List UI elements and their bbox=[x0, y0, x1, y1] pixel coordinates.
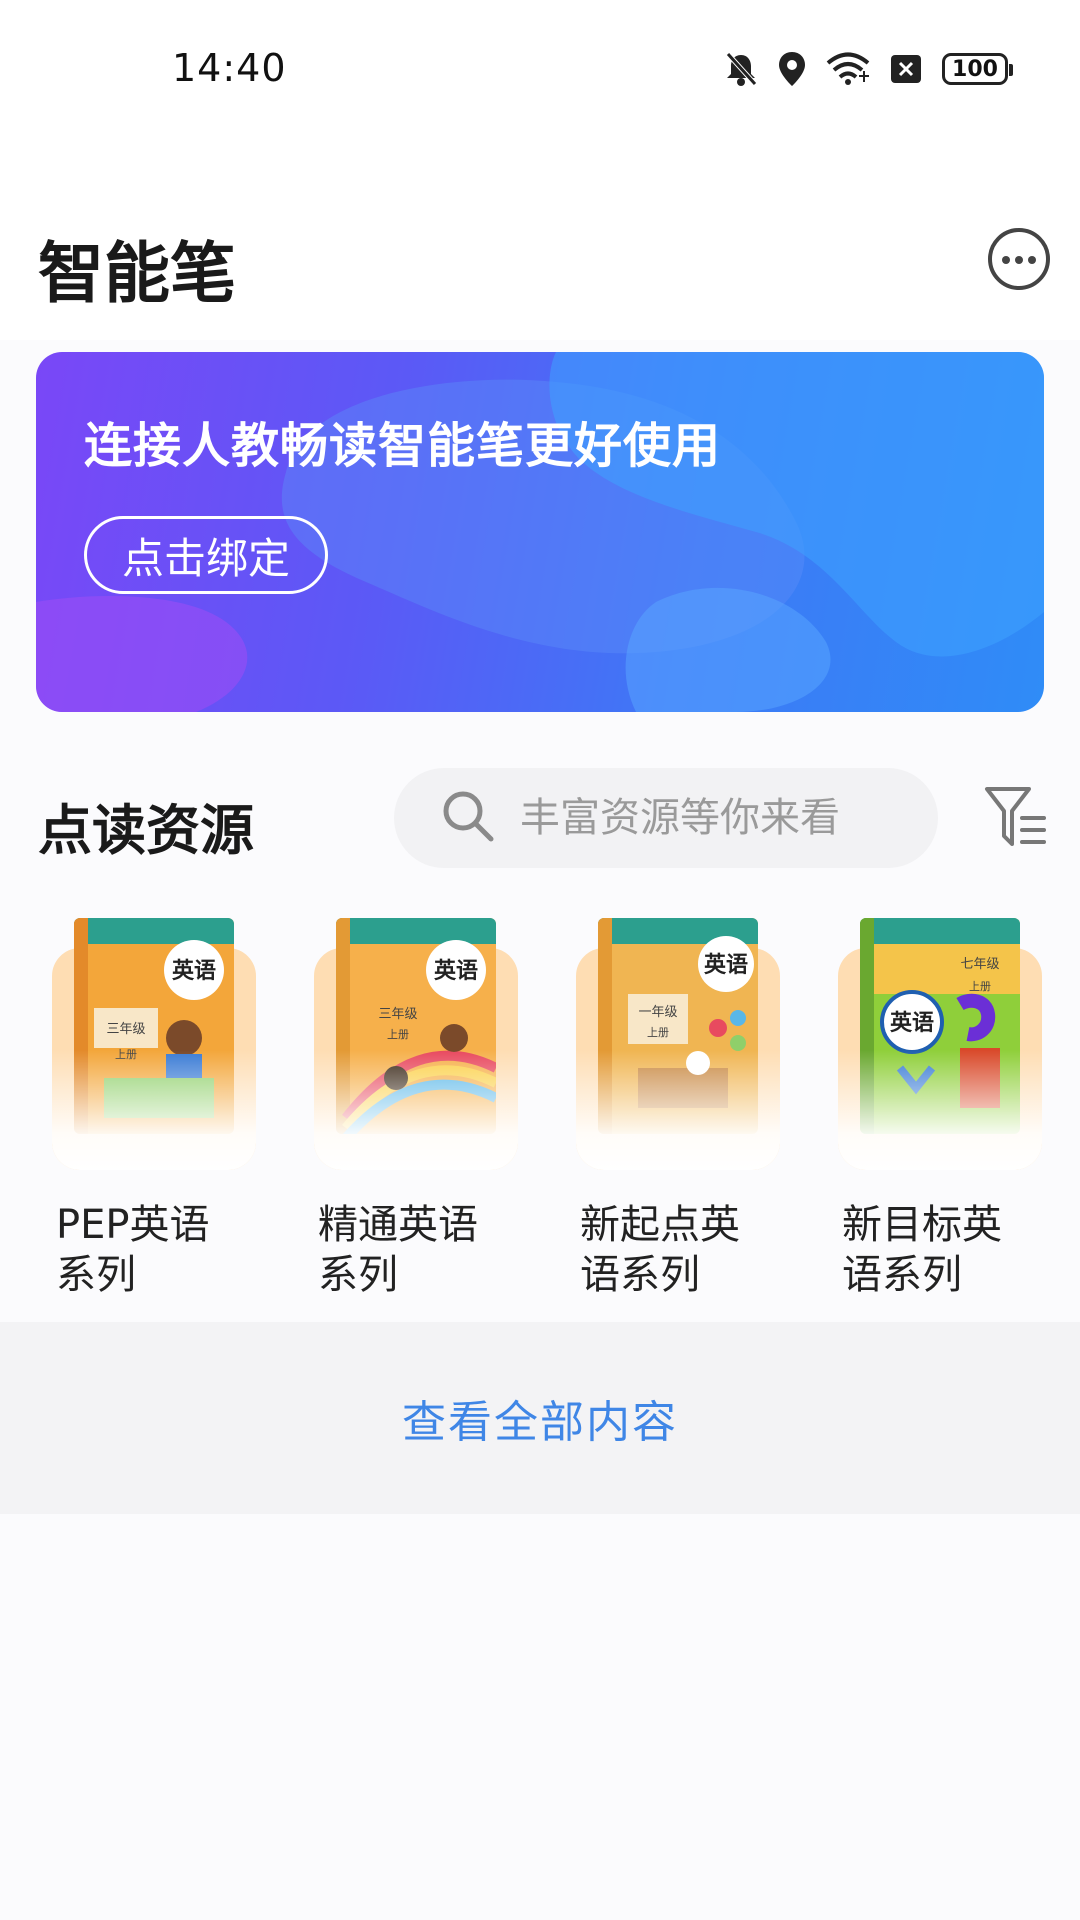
cover-title: 英语 bbox=[890, 1010, 934, 1036]
book-series-item[interactable]: 英语 三年级 上册 PEP英语系列 bbox=[44, 900, 284, 1300]
book-cover: 七年级 上册 英语 bbox=[838, 900, 1042, 1170]
cover-grade: 三年级 bbox=[106, 1022, 145, 1037]
cover-fade bbox=[314, 1050, 518, 1170]
location-icon bbox=[778, 51, 806, 87]
cover-title: 英语 bbox=[434, 958, 478, 984]
status-bar: 14:40 100 bbox=[0, 0, 1080, 140]
book-label: 新目标英语系列 bbox=[842, 1202, 1002, 1298]
search-box[interactable] bbox=[394, 768, 938, 868]
book-series-item[interactable]: 七年级 上册 英语 新目标英语系列 bbox=[830, 900, 1070, 1300]
app-bar: 智能笔 bbox=[0, 140, 1080, 340]
cover-grade: 一年级 bbox=[638, 1005, 677, 1020]
book-series-item[interactable]: 英语 一年级 上册 新起点英语系列 bbox=[568, 900, 808, 1300]
battery-icon: 100 bbox=[942, 53, 1013, 85]
search-icon bbox=[440, 788, 496, 848]
more-button[interactable] bbox=[988, 228, 1050, 290]
cover-grade: 七年级 bbox=[960, 957, 999, 972]
cover-term: 上册 bbox=[647, 1026, 669, 1039]
view-all-link[interactable]: 查看全部内容 bbox=[402, 1386, 678, 1450]
book-label: 精通英语系列 bbox=[318, 1202, 478, 1298]
no-sim-icon bbox=[890, 54, 922, 84]
filter-button[interactable] bbox=[984, 784, 1048, 852]
cover-title: 英语 bbox=[704, 952, 748, 978]
book-cover: 英语 三年级 上册 bbox=[314, 900, 518, 1170]
search-input[interactable] bbox=[518, 794, 902, 842]
book-cover: 英语 三年级 上册 bbox=[52, 900, 256, 1170]
more-circle-icon bbox=[1001, 250, 1037, 269]
filter-icon bbox=[984, 787, 1048, 856]
book-label: 新起点英语系列 bbox=[580, 1202, 740, 1298]
mute-bell-icon bbox=[724, 51, 758, 87]
cover-term: 上册 bbox=[969, 980, 991, 993]
status-icons: 100 bbox=[724, 44, 1013, 94]
bind-button[interactable]: 点击绑定 bbox=[84, 516, 328, 594]
book-cover: 英语 一年级 上册 bbox=[576, 900, 780, 1170]
section-title: 点读资源 bbox=[38, 799, 254, 862]
book-label: PEP英语系列 bbox=[56, 1202, 210, 1298]
bind-pen-banner[interactable]: 连接人教畅读智能笔更好使用 点击绑定 bbox=[36, 352, 1044, 712]
cover-fade bbox=[52, 1050, 256, 1170]
cover-fade bbox=[838, 1050, 1042, 1170]
cover-fade bbox=[576, 1050, 780, 1170]
page-title: 智能笔 bbox=[38, 235, 236, 312]
book-series-item[interactable]: 英语 三年级 上册 精通英语系列 bbox=[306, 900, 546, 1300]
cover-title: 英语 bbox=[172, 958, 216, 984]
view-all-bar: 查看全部内容 bbox=[0, 1322, 1080, 1514]
cover-grade: 三年级 bbox=[378, 1007, 417, 1022]
wifi-icon bbox=[826, 52, 870, 86]
status-time: 14:40 bbox=[172, 46, 287, 90]
cover-term: 上册 bbox=[387, 1028, 409, 1041]
banner-title: 连接人教畅读智能笔更好使用 bbox=[84, 418, 722, 474]
book-series-list: 英语 三年级 上册 PEP英语系列 bbox=[0, 900, 1080, 1320]
